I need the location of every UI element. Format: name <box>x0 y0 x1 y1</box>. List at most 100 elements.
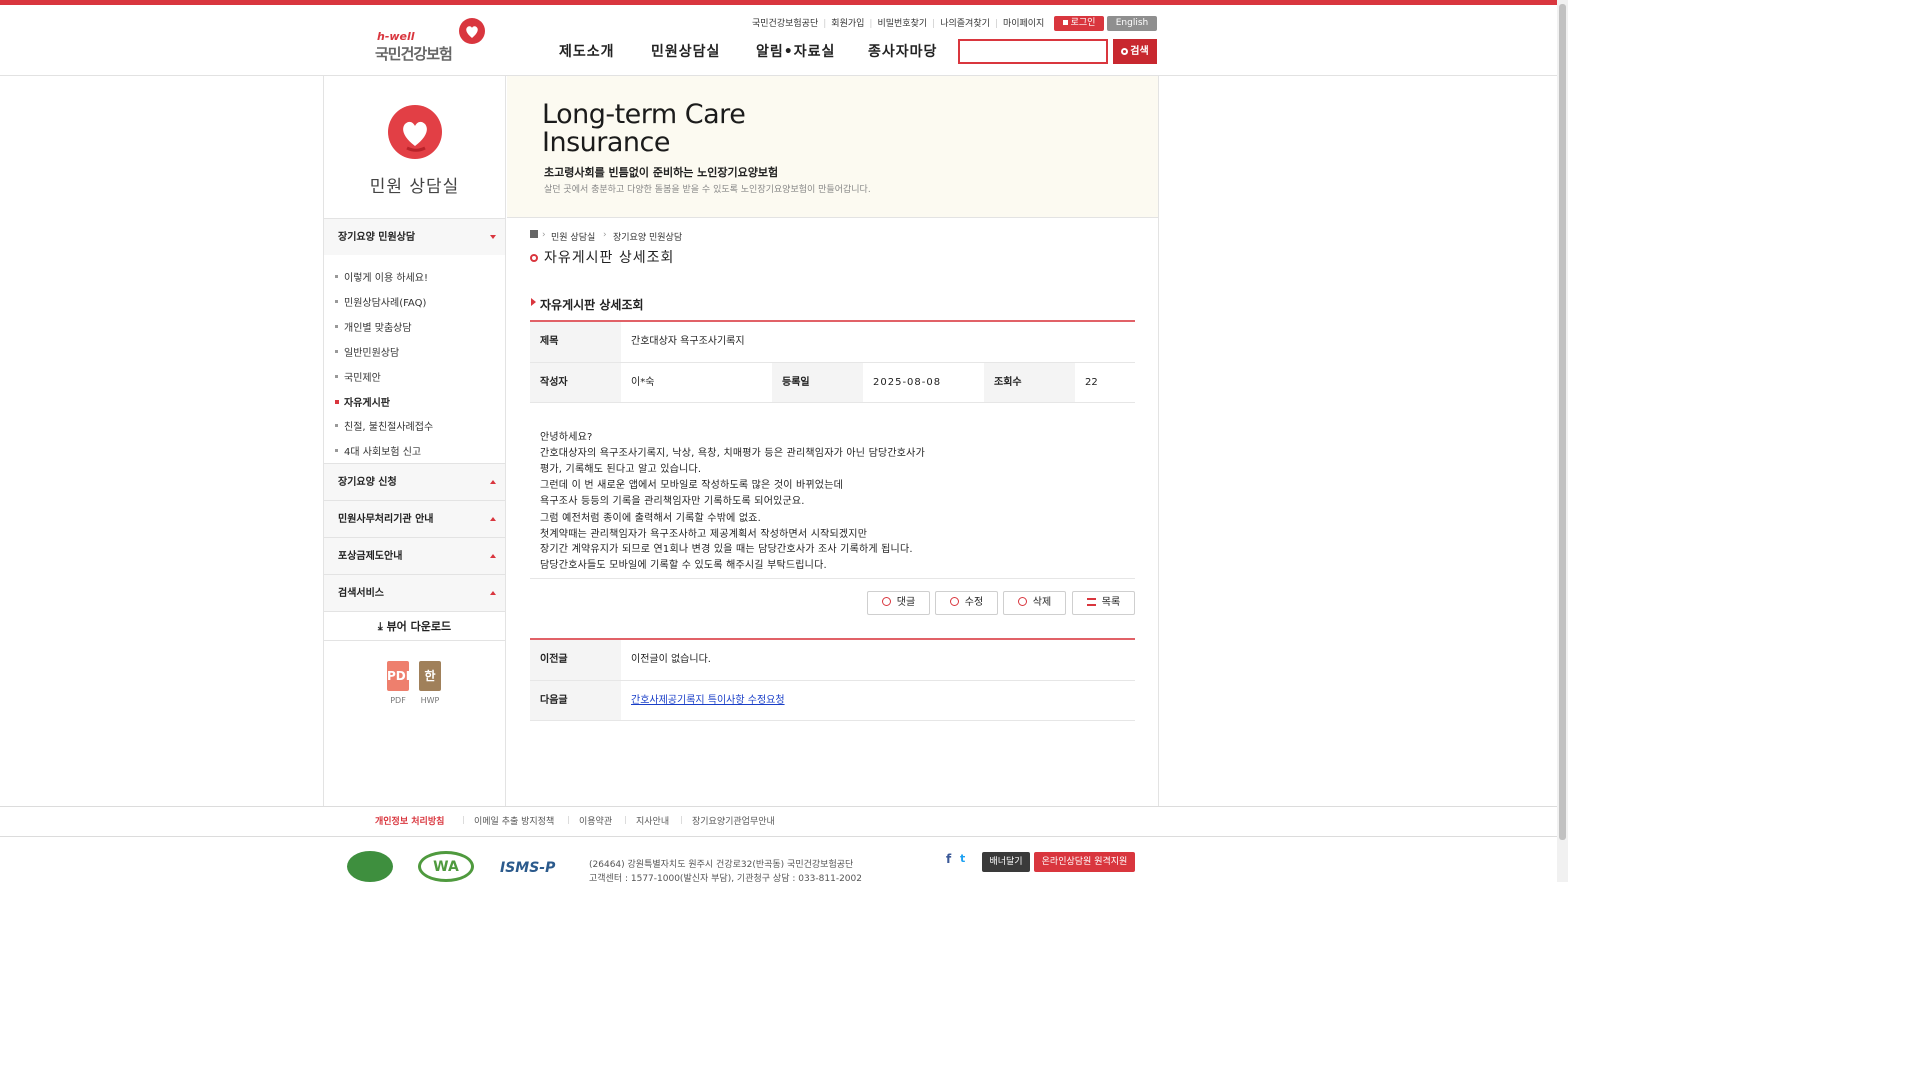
post-date: 2025-08-08 <box>873 377 942 388</box>
table-bottom-border <box>530 720 1135 721</box>
util-signup-link[interactable]: 회원가입 <box>831 19 864 29</box>
menu-group-search[interactable]: 검색서비스 <box>324 574 505 611</box>
post-content-line: 안녕하세요? <box>540 432 593 443</box>
scrollbar[interactable] <box>1557 0 1568 882</box>
footer-link-agency-work[interactable]: 장기요양기관업무안내 <box>692 814 775 827</box>
date-label: 등록일 <box>772 363 863 402</box>
breadcrumb-chevron-icon: › <box>542 230 546 240</box>
list-icon <box>1086 598 1096 606</box>
heart-icon <box>388 105 442 159</box>
post-author: 이*숙 <box>631 377 655 388</box>
title-bullet-icon <box>530 254 538 262</box>
edit-button[interactable]: 수정 <box>935 591 998 615</box>
util-favorites-link[interactable]: 나의즐겨찾기 <box>940 19 990 29</box>
search-input[interactable] <box>958 39 1108 64</box>
login-button-label: 로그인 <box>1070 18 1096 28</box>
sub-item-proposal[interactable]: 국민제안 <box>335 369 381 384</box>
english-button[interactable]: English <box>1107 16 1157 31</box>
minus-circle-icon <box>1017 597 1027 606</box>
author-label: 작성자 <box>530 363 621 402</box>
post-content-line: 간호대상자의 욕구조사기록지, 낙상, 욕창, 치매평가 등은 관리책임자가 아… <box>540 448 925 459</box>
gnb-item-system[interactable]: 제도소개 <box>559 41 615 61</box>
left-nav-header: 민원 상담실 <box>324 76 505 218</box>
menu-group-apply[interactable]: 장기요양 신청 <box>324 463 505 500</box>
chevron-down-icon <box>490 235 496 239</box>
post-content-line: 그런데 이 번 새로운 앱에서 모바일로 작성하도록 많은 것이 바뀌었는데 <box>540 480 844 491</box>
menu-group-reward[interactable]: 포상금제도안내 <box>324 537 505 574</box>
cert-badge-green <box>347 851 393 882</box>
sub-item-kindness[interactable]: 친절, 불친절사례접수 <box>334 418 433 433</box>
views-label: 조회수 <box>984 363 1075 402</box>
banner-link-button[interactable]: 배너달기 <box>982 852 1030 872</box>
gnb-item-staff[interactable]: 종사자마당 <box>868 41 937 61</box>
delete-button[interactable]: 삭제 <box>1003 591 1066 615</box>
sub-item-free-board[interactable]: 자유게시판 <box>335 394 390 409</box>
util-nhis-link[interactable]: 국민건강보험공단 <box>752 19 818 29</box>
sub-item-personal[interactable]: 개인별 맞춤상담 <box>335 319 412 334</box>
sub-item-faq[interactable]: 민원상담사례(FAQ) <box>334 294 426 309</box>
banner-description: 살던 곳에서 충분하고 다양한 돌봄을 받을 수 있도록 노인장기요양보험이 만… <box>544 185 871 195</box>
menu-group-ltc-counsel[interactable]: 장기요양 민원상담 <box>324 218 505 255</box>
footer-link-email-policy[interactable]: 이메일 추출 방지정책 <box>474 814 554 827</box>
menu-group-label: 장기요양 민원상담 <box>338 232 416 243</box>
next-post-label: 다음글 <box>530 681 621 720</box>
container-border-right <box>1158 76 1159 806</box>
prev-post-label: 이전글 <box>530 640 621 680</box>
sub-item-howto[interactable]: 이렇게 이용 하세요! <box>335 269 428 284</box>
search-icon <box>1121 48 1129 55</box>
list-button[interactable]: 목록 <box>1072 591 1135 615</box>
list-button-label: 목록 <box>1101 597 1121 608</box>
login-button[interactable]: 로그인 <box>1054 16 1104 31</box>
banner-title-line2: Insurance <box>542 127 670 158</box>
footer-separator: | <box>567 815 570 824</box>
footer-separator: | <box>462 815 465 824</box>
pdf-icon[interactable]: PDF <box>387 661 414 691</box>
next-post-link[interactable]: 간호사제공기록지 특이사항 수정요청 <box>631 695 785 706</box>
menu-group-label: 검색서비스 <box>338 588 384 599</box>
menu-group-agency[interactable]: 민원사무처리기관 안내 <box>324 500 505 537</box>
scrollbar-thumb[interactable] <box>1559 4 1566 840</box>
content-bottom-border <box>530 578 1135 579</box>
chevron-up-icon <box>490 591 496 595</box>
reply-button[interactable]: 댓글 <box>867 591 930 615</box>
cert-badge-isms: ISMS-P <box>500 860 556 876</box>
gnb-item-counsel[interactable]: 민원상담실 <box>651 41 720 61</box>
footer-link-branches[interactable]: 지사안내 <box>636 814 669 827</box>
viewer-download-button[interactable]: ⤓ 뷰어 다운로드 <box>324 611 505 641</box>
sub-item-insurance-report[interactable]: 4대 사회보험 신고 <box>334 443 421 458</box>
site-header: h-well 국민건강보험 국민건강보험공단 | 회원가입 | 비밀번호찾기 | 나의즐겨찾… <box>0 5 1557 76</box>
logo-hwell-text: h-well <box>377 30 415 43</box>
logo-heart-icon <box>459 18 485 44</box>
twitter-icon[interactable]: t <box>960 852 965 865</box>
footer-address: (26464) 강원특별자치도 원주시 건강로32(반곡동) 국민건강보험공단 <box>589 860 854 870</box>
remote-support-button[interactable]: 온라인상담원 원격지원 <box>1034 852 1135 872</box>
chevron-up-icon <box>490 480 496 484</box>
post-title: 간호대상자 욕구조사기록지 <box>631 336 745 347</box>
site-logo[interactable]: h-well 국민건강보험 <box>374 17 488 63</box>
home-icon[interactable] <box>530 230 538 238</box>
left-nav-title: 민원 상담실 <box>369 177 460 197</box>
chevron-up-icon <box>490 517 496 521</box>
util-mypage-link[interactable]: 마이페이지 <box>1003 19 1044 29</box>
util-find-password-link[interactable]: 비밀번호찾기 <box>877 19 927 29</box>
footer-link-terms[interactable]: 이용약관 <box>579 814 612 827</box>
menu-group-label: 민원사무처리기관 안내 <box>338 514 434 525</box>
footer-separator: | <box>680 815 683 824</box>
sub-item-general[interactable]: 일반민원상담 <box>334 344 399 359</box>
footer-top-border <box>0 806 1557 807</box>
banner-title-line1: Long-term Care <box>542 99 746 130</box>
footer-separator: | <box>624 815 627 824</box>
facebook-icon[interactable]: f <box>946 852 951 866</box>
edit-button-label: 수정 <box>964 597 984 608</box>
gnb-item-notice[interactable]: 알림•자료실 <box>756 41 835 61</box>
plus-circle-icon <box>881 597 891 606</box>
breadcrumb-item-counsel[interactable]: 민원 상담실 <box>551 230 595 243</box>
breadcrumb-item-ltc[interactable]: 장기요양 민원상담 <box>613 230 682 243</box>
hwp-label: HWP <box>420 696 440 705</box>
hwp-icon[interactable]: 한 <box>419 661 441 691</box>
search-button[interactable]: 검색 <box>1113 39 1157 64</box>
post-content-line: 그럼 예전처럼 종이에 출력해서 기록할 수밖에 없죠. <box>540 513 762 524</box>
footer-link-privacy[interactable]: 개인정보 처리방침 <box>375 814 444 827</box>
search-button-label: 검색 <box>1130 46 1149 57</box>
util-nav: 국민건강보험공단 | 회원가입 | 비밀번호찾기 | 나의즐겨찾기 | 마이페이지 <box>752 19 1045 29</box>
